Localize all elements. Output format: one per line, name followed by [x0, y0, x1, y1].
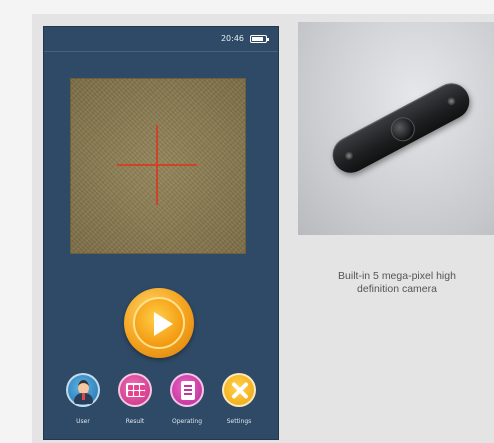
operating-icon — [170, 373, 204, 407]
result-icon — [118, 373, 152, 407]
nav-item-settings[interactable]: Settings — [214, 373, 264, 433]
settings-icon — [222, 373, 256, 407]
camera-viewfinder[interactable] — [70, 78, 246, 254]
nav-item-user[interactable]: User — [58, 373, 108, 433]
nav-item-result[interactable]: Result — [110, 373, 160, 433]
camera-module — [326, 76, 476, 180]
bottom-nav: User Result Operating Settings — [44, 373, 278, 433]
nav-label: Operating — [172, 418, 202, 425]
caption-line-2: definition camera — [357, 283, 437, 295]
status-time: 20:46 — [220, 34, 244, 43]
nav-label: User — [76, 418, 90, 425]
user-icon — [66, 373, 100, 407]
device-screen: 20:46 User Result Operating Settings — [43, 26, 279, 440]
camera-lens-icon — [386, 113, 420, 146]
camera-photo — [298, 22, 494, 235]
status-bar: 20:46 — [44, 27, 278, 52]
camera-caption: Built-in 5 mega-pixel high definition ca… — [300, 270, 494, 296]
caption-line-1: Built-in 5 mega-pixel high — [338, 270, 456, 282]
play-button[interactable] — [124, 288, 194, 358]
nav-label: Result — [125, 418, 145, 425]
crosshair-icon — [156, 125, 158, 205]
nav-item-operating[interactable]: Operating — [162, 373, 212, 433]
play-icon — [133, 297, 185, 349]
battery-icon — [250, 35, 269, 43]
nav-label: Settings — [226, 418, 252, 425]
